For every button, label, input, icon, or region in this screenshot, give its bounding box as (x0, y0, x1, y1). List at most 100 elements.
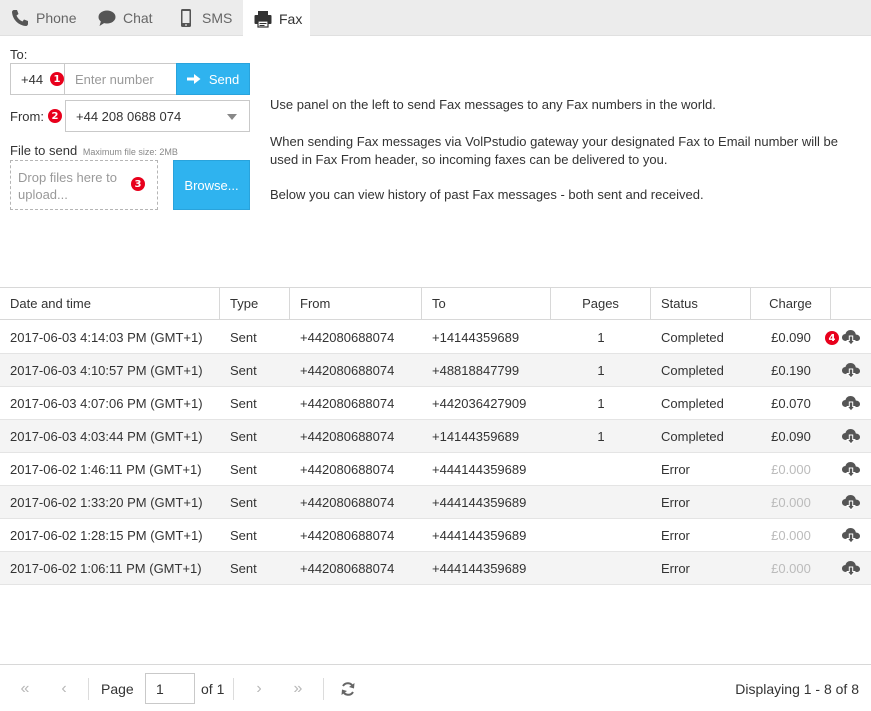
cell-to: +444144359689 (432, 461, 527, 477)
cell-to: +48818847799 (432, 362, 520, 378)
page-count: of 1 (201, 681, 225, 697)
table-row[interactable]: 2017-06-02 1:33:20 PM (GMT+1) Sent +4420… (0, 486, 871, 519)
cell-type: Sent (230, 362, 257, 378)
table-row[interactable]: 2017-06-03 4:10:57 PM (GMT+1) Sent +4420… (0, 354, 871, 387)
cell-from: +442080688074 (300, 494, 395, 510)
cell-type: Sent (230, 395, 257, 411)
first-page-icon[interactable]: « (14, 677, 36, 701)
column-status[interactable]: Status (651, 288, 751, 319)
arrow-right-icon (186, 74, 201, 84)
send-button[interactable]: Send (176, 63, 250, 95)
cell-pages: 1 (597, 395, 605, 411)
cell-from: +442080688074 (300, 560, 395, 576)
cell-date-time: 2017-06-02 1:33:20 PM (GMT+1) (10, 494, 203, 510)
info-paragraph: When sending Fax messages via VolPstudio… (270, 134, 838, 167)
cell-status: Completed (661, 329, 724, 345)
refresh-icon[interactable] (340, 681, 356, 697)
annotation-badge-4: 4 (825, 331, 839, 345)
cell-date-time: 2017-06-02 1:06:11 PM (GMT+1) (10, 560, 202, 576)
cloud-download-icon[interactable] (841, 394, 861, 412)
annotation-badge-2: 2 (48, 109, 62, 123)
browse-button[interactable]: Browse... (173, 160, 250, 210)
cell-charge: £0.000 (771, 527, 811, 543)
tab-chat[interactable]: Chat (87, 0, 161, 36)
cell-type: Sent (230, 329, 257, 345)
number-input[interactable] (64, 63, 177, 95)
cell-type: Sent (230, 527, 257, 543)
column-charge[interactable]: Charge (751, 288, 831, 319)
country-code: +44 (21, 71, 44, 87)
column-to[interactable]: To (422, 288, 551, 319)
cell-to: +444144359689 (432, 560, 527, 576)
cell-charge: £0.190 (771, 362, 811, 378)
cloud-download-icon[interactable] (841, 460, 861, 478)
table-header: Date and time Type From To Pages Status … (0, 287, 871, 320)
tab-label: Chat (123, 10, 153, 26)
cell-from: +442080688074 (300, 428, 395, 444)
table-row[interactable]: 2017-06-02 1:46:11 PM (GMT+1) Sent +4420… (0, 453, 871, 486)
tab-label: SMS (202, 10, 233, 26)
cell-to: +444144359689 (432, 494, 527, 510)
tab-fax[interactable]: Fax (243, 0, 310, 37)
cell-date-time: 2017-06-02 1:28:15 PM (GMT+1) (10, 527, 203, 543)
cell-date-time: 2017-06-02 1:46:11 PM (GMT+1) (10, 461, 202, 477)
cell-type: Sent (230, 494, 257, 510)
cloud-download-icon[interactable] (841, 427, 861, 445)
cell-pages (551, 453, 651, 485)
cell-pages (551, 552, 651, 584)
displaying-count: Displaying 1 - 8 of 8 (735, 681, 859, 697)
divider (233, 678, 234, 700)
tab-label: Fax (279, 10, 303, 27)
column-pages[interactable]: Pages (551, 288, 651, 319)
table-row[interactable]: 2017-06-03 4:07:06 PM (GMT+1) Sent +4420… (0, 387, 871, 420)
cell-to: +14144359689 (432, 428, 520, 444)
tab-bar: Phone Chat SMS Fax (0, 0, 871, 37)
column-type[interactable]: Type (220, 288, 290, 319)
file-size-hint: Maximum file size: 2MB (82, 147, 178, 157)
cell-from: +442080688074 (300, 329, 395, 345)
cell-from: +442080688074 (300, 395, 395, 411)
last-page-icon[interactable]: » (287, 677, 309, 701)
cloud-download-icon[interactable] (841, 559, 861, 577)
browse-label: Browse... (184, 177, 239, 193)
drop-text: Drop files here to upload... (18, 170, 117, 202)
cell-to: +444144359689 (432, 527, 527, 543)
tab-phone[interactable]: Phone (0, 0, 86, 36)
cell-status: Error (661, 461, 690, 477)
cell-pages: 1 (597, 329, 605, 345)
fax-icon (254, 10, 272, 28)
cell-charge: £0.000 (771, 461, 811, 477)
column-date-time[interactable]: Date and time (0, 288, 220, 319)
cell-charge: £0.090 (771, 329, 811, 345)
page-number-input[interactable] (145, 673, 195, 704)
to-label: To: (10, 47, 28, 62)
page-label: Page (101, 681, 134, 697)
cell-status: Error (661, 494, 690, 510)
cell-date-time: 2017-06-03 4:03:44 PM (GMT+1) (10, 428, 203, 444)
cloud-download-icon[interactable] (841, 328, 861, 346)
next-page-icon[interactable]: › (249, 677, 269, 701)
info-paragraph: Use panel on the left to send Fax messag… (270, 97, 716, 112)
cell-date-time: 2017-06-03 4:10:57 PM (GMT+1) (10, 362, 203, 378)
cloud-download-icon[interactable] (841, 493, 861, 511)
cell-type: Sent (230, 428, 257, 444)
column-from[interactable]: From (290, 288, 422, 319)
table-row[interactable]: 2017-06-02 1:06:11 PM (GMT+1) Sent +4420… (0, 552, 871, 585)
table-row[interactable]: 2017-06-03 4:03:44 PM (GMT+1) Sent +4420… (0, 420, 871, 453)
prev-page-icon[interactable]: ‹ (54, 677, 74, 701)
cloud-download-icon[interactable] (841, 361, 861, 379)
from-number-select[interactable]: +44 208 0688 074 (65, 100, 250, 132)
cell-from: +442080688074 (300, 461, 395, 477)
cloud-download-icon[interactable] (841, 526, 861, 544)
cell-pages (551, 519, 651, 551)
cell-charge: £0.000 (771, 494, 811, 510)
table-row[interactable]: 2017-06-03 4:14:03 PM (GMT+1) Sent +4420… (0, 321, 871, 354)
cell-charge: £0.000 (771, 560, 811, 576)
cell-date-time: 2017-06-03 4:14:03 PM (GMT+1) (10, 329, 203, 345)
table-row[interactable]: 2017-06-02 1:28:15 PM (GMT+1) Sent +4420… (0, 519, 871, 552)
cell-date-time: 2017-06-03 4:07:06 PM (GMT+1) (10, 395, 203, 411)
cell-status: Error (661, 560, 690, 576)
phone-icon (12, 10, 28, 26)
cell-status: Error (661, 527, 690, 543)
tab-sms[interactable]: SMS (166, 0, 240, 36)
